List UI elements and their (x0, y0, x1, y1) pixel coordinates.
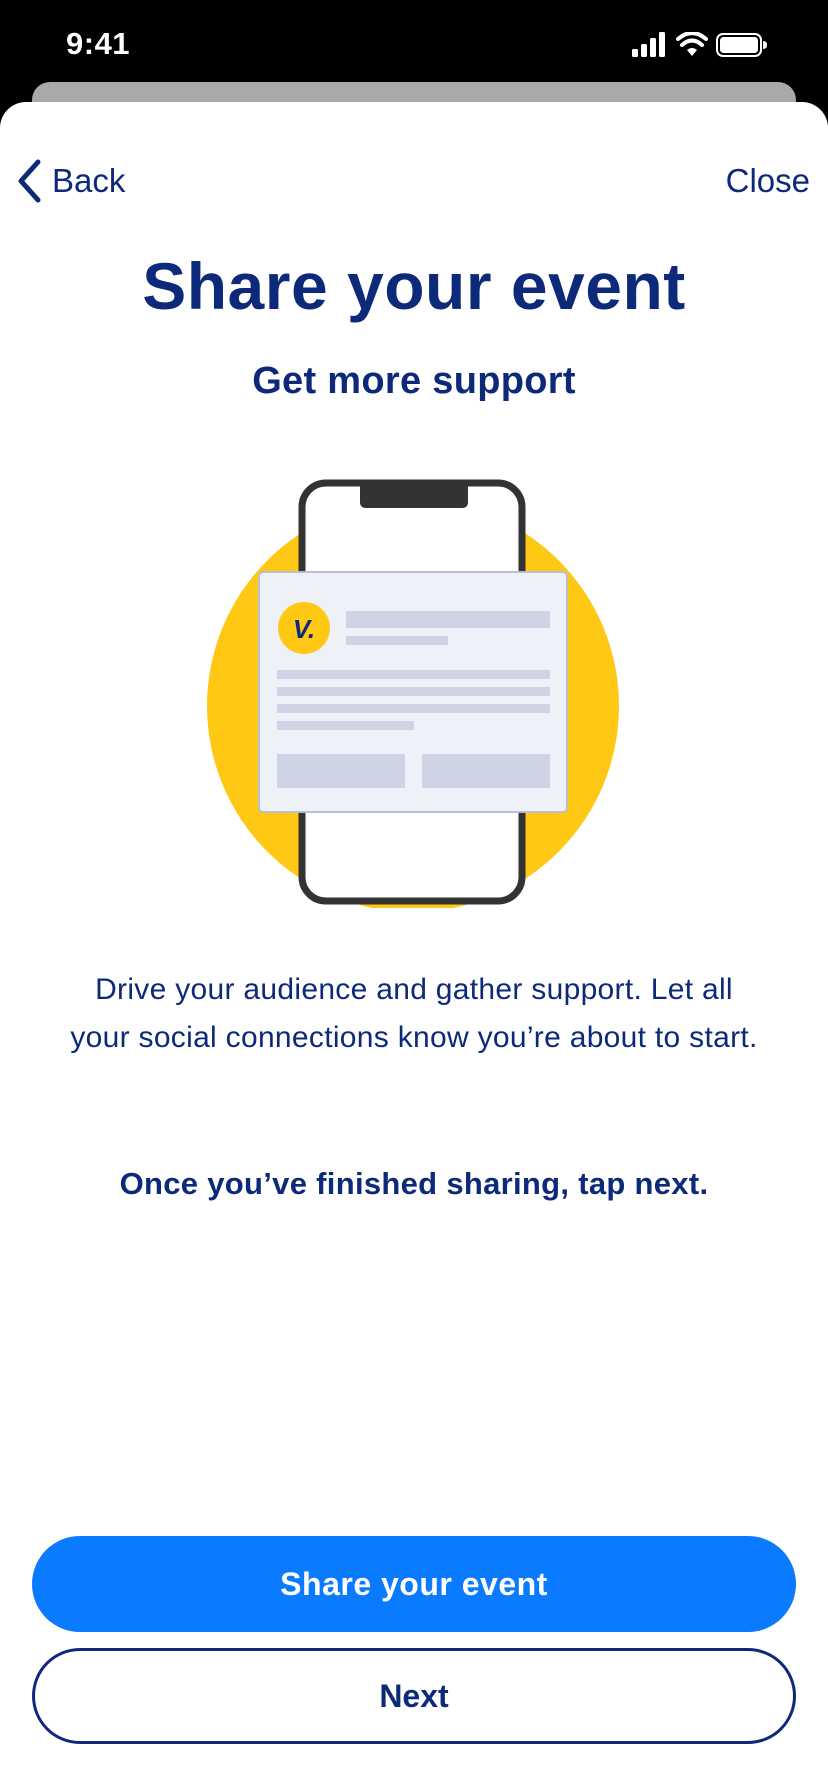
body-text: Drive your audience and gather support. … (70, 973, 758, 1054)
page-title: Share your event (142, 249, 686, 323)
chevron-left-icon (18, 159, 41, 203)
share-event-button[interactable]: Share your event (32, 1536, 796, 1632)
back-button[interactable]: Back (16, 156, 125, 206)
back-label: Back (52, 162, 126, 199)
logo-text: V. (293, 614, 315, 644)
wifi-icon (676, 32, 708, 56)
status-time: 9:41 (66, 26, 131, 61)
page-subtitle: Get more support (252, 360, 576, 402)
cellular-signal-icon (632, 32, 665, 57)
next-button[interactable]: Next (32, 1648, 796, 1744)
hint-text: Once you’ve finished sharing, tap next. (119, 1166, 709, 1201)
modal-sheet: Back Close Share your event Get more sup… (0, 102, 828, 1792)
battery-icon (716, 33, 767, 57)
close-button[interactable]: Close (726, 156, 810, 206)
close-label: Close (725, 162, 810, 199)
share-card-icon: V. (258, 571, 568, 813)
share-illustration: V. (206, 478, 620, 912)
